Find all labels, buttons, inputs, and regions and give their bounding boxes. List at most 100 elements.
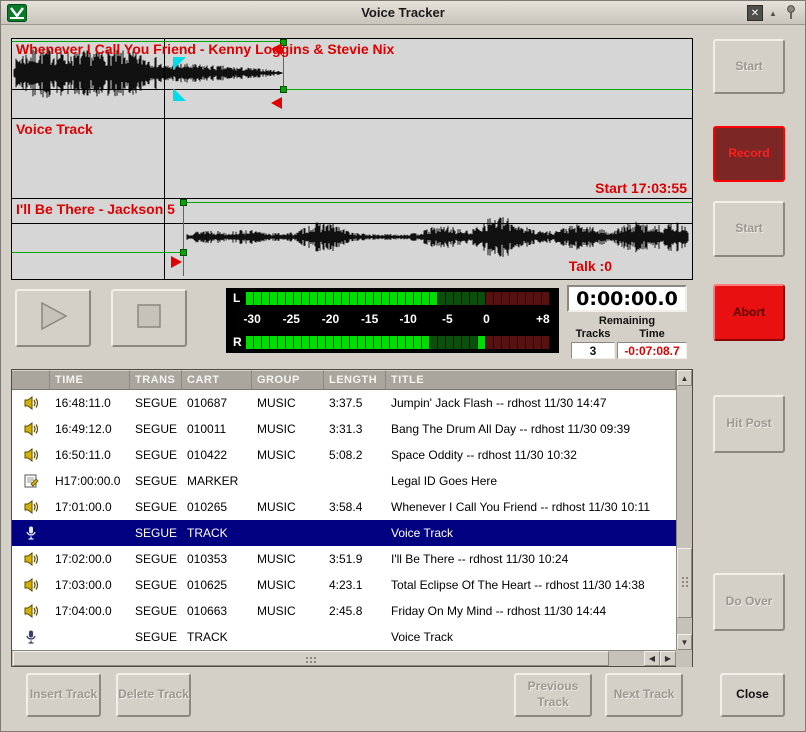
log-row[interactable]: 17:02:00.0SEGUE010353MUSIC3:51.9I'll Be … [12,546,676,572]
column-header-trans[interactable]: TRANS [130,370,182,390]
meter-scale: -30-25-20-15-10-50+8 [246,312,552,328]
cell-group: MUSIC [252,604,324,618]
level-envelope-line [12,252,183,253]
cell-cart: 010422 [182,448,252,462]
do-over-button[interactable]: Do Over [713,573,785,631]
segue-start-marker[interactable] [171,256,182,268]
speaker-icon [12,603,50,619]
mic-icon [12,525,50,541]
remaining-tracks-value: 3 [571,342,615,359]
insert-track-button[interactable]: Insert Track [26,673,101,717]
cell-trans: SEGUE [130,422,182,436]
cell-trans: SEGUE [130,552,182,566]
cell-time: H17:00:00.0 [50,474,130,488]
segue-end-marker-top[interactable] [271,43,282,55]
mic-icon [12,629,50,645]
start-handle-top[interactable] [180,199,187,206]
cell-cart: TRACK [182,526,252,540]
log-row[interactable]: 17:04:00.0SEGUE010663MUSIC2:45.8Friday O… [12,598,676,624]
marker-icon [12,473,50,489]
log-row[interactable]: 16:50:11.0SEGUE010422MUSIC5:08.2Space Od… [12,442,676,468]
log-row[interactable]: 17:01:00.0SEGUE010265MUSIC3:58.4Whenever… [12,494,676,520]
meter-left-label: L [233,291,240,305]
segue-end-marker-bottom[interactable] [271,97,282,109]
meter-right-bar [246,336,552,349]
column-header-title[interactable]: TITLE [386,370,676,390]
track-previous-event[interactable]: Whenever I Call You Friend - Kenny Loggi… [12,39,692,119]
cell-time: 16:49:12.0 [50,422,130,436]
scroll-up-icon[interactable]: ▲ [677,370,692,386]
log-table: TIMETRANSCARTGROUPLENGTHTITLE 16:48:11.0… [11,369,693,667]
meter-left-bar [246,292,552,305]
column-header-time[interactable]: TIME [50,370,130,390]
track-next-event[interactable]: I'll Be There - Jackson 5 Talk :0 [12,199,692,279]
track-start-line[interactable] [183,202,184,276]
scroll-right-icon[interactable]: ▶ [660,651,676,666]
talk-marker-top[interactable] [173,57,186,70]
abort-button[interactable]: Abort [713,284,785,341]
next-track-button[interactable]: Next Track [605,673,683,717]
speaker-icon [12,447,50,463]
cell-time: 17:03:00.0 [50,578,130,592]
meter-right-label: R [233,335,242,349]
window-pin-icon[interactable] [784,4,800,22]
speaker-icon [12,551,50,567]
horizontal-scrollbar-thumb[interactable] [13,651,609,666]
cell-trans: SEGUE [130,474,182,488]
column-header-icon[interactable] [12,370,50,390]
cell-time: 17:01:00.0 [50,500,130,514]
horizontal-scrollbar[interactable]: ◀ ▶ [12,650,676,666]
start-handle-bottom[interactable] [180,249,187,256]
cell-cart: 010353 [182,552,252,566]
cell-group: MUSIC [252,396,324,410]
stop-button[interactable] [111,289,187,347]
titlebar[interactable]: Voice Tracker ✕ ▲ [1,1,805,25]
track-voice-track[interactable]: Voice Track Start 17:03:55 [12,119,692,199]
vertical-scrollbar[interactable]: ▲ ▼ [676,370,692,650]
cell-cart: 010265 [182,500,252,514]
log-row[interactable]: H17:00:00.0SEGUEMARKER Legal ID Goes Here [12,468,676,494]
cell-cart: 010663 [182,604,252,618]
column-header-group[interactable]: GROUP [252,370,324,390]
record-button[interactable]: Record [713,126,785,182]
talk-marker-bottom[interactable] [173,88,186,101]
cell-title: Legal ID Goes Here [386,474,676,488]
cell-title: Bang The Drum All Day -- rdhost 11/30 09… [386,422,676,436]
cell-length: 3:51.9 [324,552,386,566]
delete-track-button[interactable]: Delete Track [116,673,191,717]
play-icon [35,298,71,339]
log-row[interactable]: 16:48:11.0SEGUE010687MUSIC3:37.5Jumpin' … [12,390,676,416]
close-button[interactable]: Close [720,673,785,717]
cell-cart: 010011 [182,422,252,436]
column-header-cart[interactable]: CART [182,370,252,390]
window-close-icon[interactable]: ✕ [747,5,763,21]
cell-time: 16:48:11.0 [50,396,130,410]
previous-track-button[interactable]: Previous Track [514,673,592,717]
play-button[interactable] [15,289,91,347]
cell-trans: SEGUE [130,500,182,514]
cell-trans: SEGUE [130,448,182,462]
window-shade-icon[interactable]: ▲ [765,5,781,21]
vertical-scrollbar-thumb[interactable] [677,548,692,618]
start-button-1[interactable]: Start [713,39,785,94]
log-row[interactable]: SEGUETRACKVoice Track [12,624,676,650]
log-row[interactable]: SEGUETRACKVoice Track [12,520,676,546]
cell-title: Friday On My Mind -- rdhost 11/30 14:44 [386,604,676,618]
thumb-grip [306,657,308,659]
scrollbar-corner [676,650,692,667]
log-row[interactable]: 17:03:00.0SEGUE010625MUSIC4:23.1Total Ec… [12,572,676,598]
cell-cart: MARKER [182,474,252,488]
column-header-length[interactable]: LENGTH [324,370,386,390]
hit-post-button[interactable]: Hit Post [713,395,785,453]
log-row[interactable]: 16:49:12.0SEGUE010011MUSIC3:31.3Bang The… [12,416,676,442]
log-table-body: 16:48:11.0SEGUE010687MUSIC3:37.5Jumpin' … [12,390,676,650]
cell-length: 3:37.5 [324,396,386,410]
speaker-icon [12,395,50,411]
audio-meter-panel: L -30-25-20-15-10-50+8 R [226,288,559,353]
scroll-left-icon[interactable]: ◀ [644,651,660,666]
fade-handle-bottom[interactable] [280,86,287,93]
cell-group: MUSIC [252,500,324,514]
scroll-down-icon[interactable]: ▼ [677,634,692,650]
cell-cart: 010625 [182,578,252,592]
start-button-2[interactable]: Start [713,201,785,257]
